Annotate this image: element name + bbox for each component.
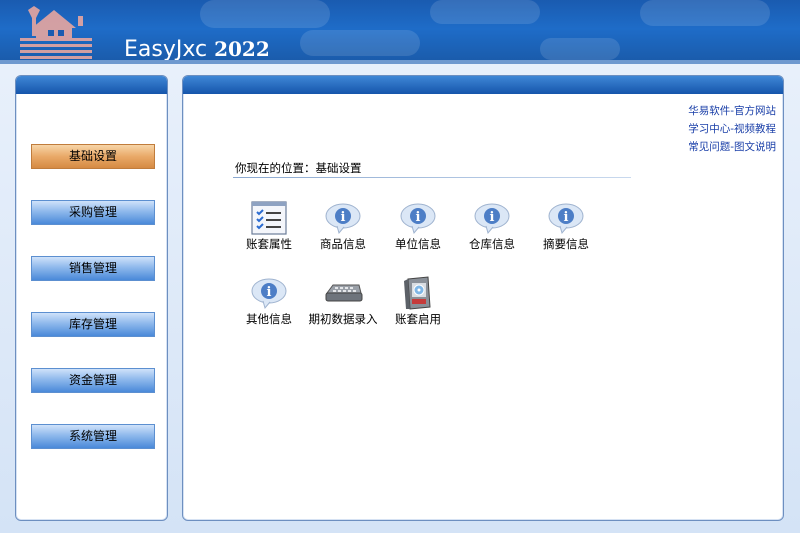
tile-other-info[interactable]: i 其他信息 (234, 275, 304, 327)
sidebar-item-label: 系统管理 (68, 429, 117, 443)
tile-product-info[interactable]: i 商品信息 (308, 200, 378, 252)
tile-label: 账套属性 (246, 237, 292, 251)
svg-text:i: i (564, 210, 569, 225)
house-logo-icon (20, 6, 92, 59)
sidebar-item-label: 库存管理 (68, 317, 117, 331)
tile-label: 单位信息 (395, 237, 441, 251)
breadcrumb-divider (233, 177, 631, 178)
breadcrumb: 你现在的位置：基础设置 (235, 161, 362, 175)
info-bubble-icon: i (251, 278, 287, 310)
link-video-tutorials[interactable]: 学习中心-视频教程 (688, 120, 776, 138)
keyboard-icon (325, 284, 363, 302)
sidebar-item-label: 资金管理 (68, 373, 117, 387)
sidebar-item-sales[interactable]: 销售管理 (31, 256, 155, 281)
svg-text:i: i (490, 210, 495, 225)
info-bubble-icon: i (548, 203, 584, 235)
sidebar-item-basic-settings[interactable]: 基础设置 (31, 144, 155, 169)
app-header: EasyJxc 2022 (0, 0, 800, 64)
app-version: 2022 (214, 37, 270, 61)
info-bubble-icon: i (474, 203, 510, 235)
software-box-icon (404, 276, 431, 310)
svg-text:i: i (416, 210, 421, 225)
link-faq[interactable]: 常见问题-图文说明 (688, 138, 776, 156)
sidebar-item-label: 销售管理 (68, 261, 117, 275)
header-decoration (540, 38, 620, 60)
checklist-icon (251, 201, 287, 235)
tile-label: 仓库信息 (469, 237, 515, 251)
svg-text:i: i (267, 285, 272, 300)
header-decoration (200, 0, 330, 28)
app-title: EasyJxc 2022 (124, 36, 270, 63)
tile-label: 期初数据录入 (308, 312, 378, 326)
main-panel: 华易软件-官方网站 学习中心-视频教程 常见问题-图文说明 你现在的位置：基础设… (182, 75, 784, 521)
app-name: EasyJxc (124, 37, 208, 62)
sidebar-item-label: 基础设置 (68, 149, 117, 163)
sidebar-item-inventory[interactable]: 库存管理 (31, 312, 155, 337)
sidebar-title-bar (16, 76, 167, 94)
info-bubble-icon: i (400, 203, 436, 235)
tile-opening-data-entry[interactable]: 期初数据录入 (308, 275, 378, 327)
main-title-bar (183, 76, 783, 94)
header-decoration (640, 0, 770, 26)
tile-warehouse-info[interactable]: i 仓库信息 (457, 200, 527, 252)
header-decoration (430, 0, 540, 24)
tile-enable-account[interactable]: 账套启用 (383, 275, 453, 327)
svg-text:i: i (341, 210, 346, 225)
info-bubble-icon: i (325, 203, 361, 235)
sidebar-panel: 基础设置 采购管理 销售管理 库存管理 资金管理 系统管理 (15, 75, 168, 521)
link-official-site[interactable]: 华易软件-官方网站 (688, 102, 776, 120)
tile-label: 账套启用 (395, 312, 441, 326)
tile-label: 摘要信息 (543, 237, 589, 251)
tile-account-properties[interactable]: 账套属性 (234, 200, 304, 252)
header-decoration (300, 30, 420, 56)
tile-unit-info[interactable]: i 单位信息 (383, 200, 453, 252)
tile-summary-info[interactable]: i 摘要信息 (531, 200, 601, 252)
tile-label: 其他信息 (246, 312, 292, 326)
sidebar-item-purchase[interactable]: 采购管理 (31, 200, 155, 225)
tile-label: 商品信息 (320, 237, 366, 251)
sidebar-item-finance[interactable]: 资金管理 (31, 368, 155, 393)
help-links: 华易软件-官方网站 学习中心-视频教程 常见问题-图文说明 (688, 102, 776, 156)
sidebar-item-system[interactable]: 系统管理 (31, 424, 155, 449)
sidebar-item-label: 采购管理 (68, 205, 117, 219)
